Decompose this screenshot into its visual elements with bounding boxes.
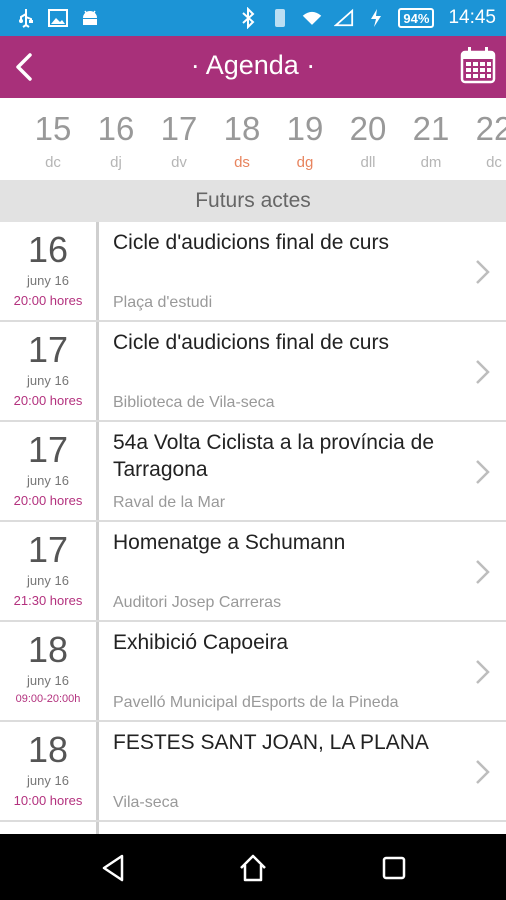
page-title: · Agenda · (190, 50, 316, 80)
bluetooth-icon (238, 7, 258, 29)
weekday-label: dc (486, 154, 502, 171)
usb-icon (16, 8, 36, 28)
chevron-right-icon (476, 360, 490, 384)
date-strip[interactable]: 15 dc 16 dj 17 dv 18 ds 19 dg 20 dll 21 … (0, 98, 506, 180)
day-number: 16 (97, 110, 135, 147)
date-strip-day[interactable]: 15 dc (22, 110, 84, 171)
event-row[interactable] (0, 822, 506, 834)
event-title: 54a Volta Ciclista a la província de Tar… (113, 431, 435, 481)
date-strip-day[interactable]: 21 dm (400, 110, 462, 171)
status-bar: 94% 14:45 (0, 0, 506, 36)
event-month: juny 16 (27, 473, 69, 488)
event-date: 17 juny 16 20:00 hores (0, 422, 99, 520)
event-title: Homenatge a Schumann (113, 531, 346, 554)
day-number: 21 (412, 110, 450, 147)
event-row[interactable]: 18 juny 16 10:00 hores FESTES SANT JOAN,… (0, 722, 506, 822)
event-day: 18 (27, 729, 69, 770)
chevron-right-icon (476, 260, 490, 284)
event-date (0, 822, 99, 834)
day-number: 19 (286, 110, 324, 147)
event-month: juny 16 (27, 373, 69, 388)
event-date: 17 juny 16 20:00 hores (0, 322, 99, 420)
day-number: 20 (349, 110, 387, 147)
event-place: Raval de la Mar (113, 494, 226, 511)
event-day: 17 (27, 329, 69, 370)
event-date: 16 juny 16 20:00 hores (0, 222, 99, 320)
event-day: 18 (27, 629, 69, 670)
date-strip-day[interactable]: 18 ds (211, 110, 273, 171)
vibrate-icon (270, 8, 290, 28)
event-title: FESTES SANT JOAN, LA PLANA (113, 731, 429, 754)
wifi-icon (302, 8, 322, 28)
event-row[interactable]: 17 juny 16 20:00 hores 54a Volta Ciclist… (0, 422, 506, 522)
event-hour: 09:00-20:00h (15, 693, 81, 705)
weekday-label: dv (171, 154, 187, 171)
event-hour: 10:00 hores (13, 793, 83, 808)
event-title: Cicle d'audicions final de curs (113, 331, 389, 354)
event-date: 18 juny 16 10:00 hores (0, 722, 99, 820)
event-hour: 21:30 hores (13, 593, 83, 608)
day-number: 17 (160, 110, 198, 147)
chevron-right-icon (476, 560, 490, 584)
event-place: Plaça d'estudi (113, 294, 213, 311)
event-list[interactable]: 16 juny 16 20:00 hores Cicle d'audicions… (0, 222, 506, 834)
calendar-button[interactable] (460, 46, 496, 86)
day-number: 22 (475, 110, 506, 147)
event-hour: 20:00 hores (13, 493, 83, 508)
event-title: Exhibició Capoeira (113, 631, 289, 654)
event-hour: 20:00 hores (13, 393, 83, 408)
weekday-label: dll (360, 154, 376, 171)
event-place: Vila-seca (113, 794, 179, 811)
event-hour: 20:00 hores (13, 293, 83, 308)
weekday-label: dc (45, 154, 61, 171)
day-number: 18 (223, 110, 261, 147)
home-icon[interactable] (237, 852, 269, 884)
calendar-icon (460, 47, 496, 84)
weekday-label: dg (296, 154, 314, 171)
weekday-label: ds (234, 154, 250, 171)
event-row[interactable]: 17 juny 16 21:30 hores Homenatge a Schum… (0, 522, 506, 622)
battery-level: 94% (398, 8, 435, 28)
event-date: 17 juny 16 21:30 hores (0, 522, 99, 620)
chevron-right-icon (476, 660, 490, 684)
status-time: 14:45 (448, 7, 496, 28)
event-row[interactable]: 18 juny 16 09:00-20:00h Exhibició Capoei… (0, 622, 506, 722)
back-triangle-icon[interactable] (98, 852, 130, 884)
date-strip-day[interactable]: 16 dj (85, 110, 147, 171)
event-day: 17 (27, 429, 69, 470)
event-day: 16 (27, 229, 69, 270)
weekday-label: dj (110, 154, 122, 171)
signal-icon (334, 8, 354, 28)
android-icon (80, 8, 100, 28)
event-title: Cicle d'audicions final de curs (113, 231, 389, 254)
event-month: juny 16 (27, 673, 69, 688)
date-strip-day[interactable]: 22 dc (463, 110, 506, 171)
event-row[interactable]: 16 juny 16 20:00 hores Cicle d'audicions… (0, 222, 506, 322)
event-date: 18 juny 16 09:00-20:00h (0, 622, 99, 720)
chevron-right-icon (476, 460, 490, 484)
image-icon (48, 8, 68, 28)
day-number: 15 (34, 110, 72, 147)
event-place: Auditori Josep Carreras (113, 594, 282, 611)
system-nav-bar (0, 834, 506, 900)
weekday-label: dm (420, 154, 442, 171)
chevron-right-icon (476, 760, 490, 784)
event-month: juny 16 (27, 273, 69, 288)
event-day: 17 (27, 529, 69, 570)
event-place: Biblioteca de Vila-seca (113, 394, 275, 411)
event-place: Pavelló Municipal dEsports de la Pineda (113, 694, 399, 711)
charging-icon (366, 8, 386, 28)
event-row[interactable]: 17 juny 16 20:00 hores Cicle d'audicions… (0, 322, 506, 422)
section-header: Futurs actes (0, 180, 506, 222)
app-bar: · Agenda · (0, 36, 506, 98)
event-month: juny 16 (27, 773, 69, 788)
event-month: juny 16 (27, 573, 69, 588)
date-strip-day[interactable]: 17 dv (148, 110, 210, 171)
date-strip-day[interactable]: 20 dll (337, 110, 399, 171)
recents-icon[interactable] (378, 852, 410, 884)
date-strip-day[interactable]: 19 dg (274, 110, 336, 171)
